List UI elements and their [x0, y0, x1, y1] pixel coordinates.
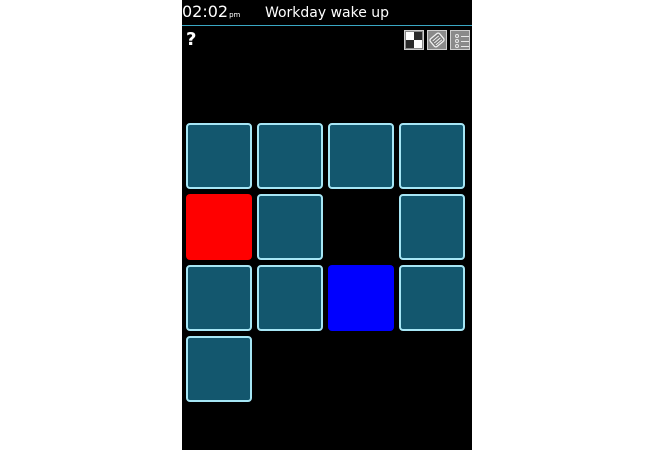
board-tile[interactable]: [257, 194, 323, 260]
red-block[interactable]: [186, 194, 252, 260]
board-tile[interactable]: [186, 265, 252, 331]
board-tile[interactable]: [186, 336, 252, 402]
level-select-icon: [451, 31, 469, 49]
clock: 02:02pm: [182, 2, 240, 25]
checkerboard-icon: [406, 32, 422, 48]
board-tile[interactable]: [257, 123, 323, 189]
level-select-button[interactable]: [450, 30, 470, 50]
status-bar: 02:02pm Workday wake up: [182, 0, 472, 26]
board-tile[interactable]: [186, 123, 252, 189]
board-tile[interactable]: [399, 265, 465, 331]
phone-screen: 02:02pm Workday wake up ?: [182, 0, 472, 450]
board-tile[interactable]: [399, 123, 465, 189]
page-title: Workday wake up: [264, 5, 390, 21]
blue-block[interactable]: [328, 265, 394, 331]
board-tile[interactable]: [399, 194, 465, 260]
board-tile[interactable]: [257, 265, 323, 331]
skin-button[interactable]: [427, 30, 447, 50]
skin-icon: [429, 32, 445, 48]
help-button[interactable]: ?: [186, 29, 196, 51]
board-tile[interactable]: [328, 123, 394, 189]
clock-time: 02:02: [182, 2, 229, 21]
checkerboard-button[interactable]: [404, 30, 424, 50]
clock-ampm: pm: [229, 11, 241, 19]
level-option-3: [455, 44, 469, 49]
